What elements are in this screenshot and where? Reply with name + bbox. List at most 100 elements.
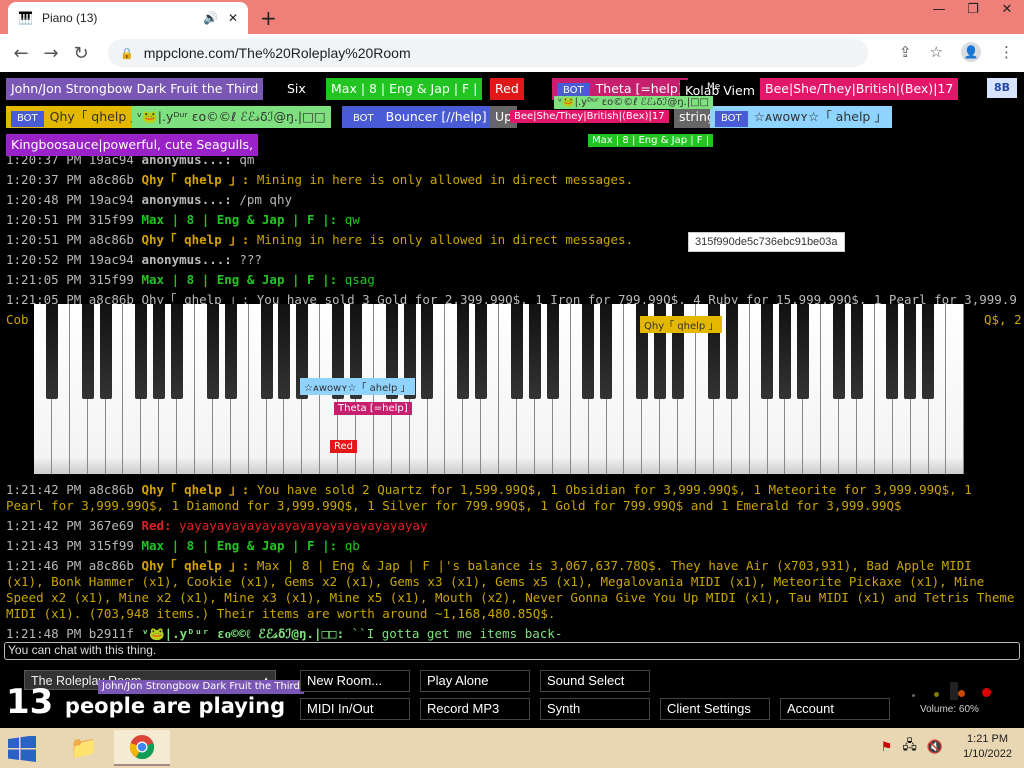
- user-tag-name: Qhy「 qhelp 」: [49, 109, 143, 124]
- piano-keyboard[interactable]: [34, 304, 965, 474]
- url-field[interactable]: 🔒 mppclone.com/The%20Roleplay%20Room: [108, 39, 868, 67]
- chat-user-id: a8c86b: [88, 558, 134, 573]
- chat-input[interactable]: You can chat with this thing.: [4, 642, 1020, 660]
- black-key[interactable]: [475, 304, 488, 399]
- user-tag[interactable]: Six: [282, 78, 311, 100]
- menu-kebab-icon[interactable]: ⋮: [999, 43, 1014, 61]
- black-key[interactable]: [725, 304, 738, 399]
- restore-button[interactable]: ❐: [956, 0, 990, 22]
- black-key[interactable]: [421, 304, 434, 399]
- chat-user-id: a8c86b: [88, 172, 134, 187]
- chat-user-id: b2911f: [88, 626, 134, 641]
- user-tag[interactable]: ᵛ🐸|.yᴰᵘʳ ɛᴏ©©ℓ ℰℰ𝓈δℐ@ŋ.|□□: [132, 106, 331, 128]
- audio-playing-icon[interactable]: 🔊: [203, 11, 218, 25]
- clock[interactable]: 1:21 PM 1/10/2022: [963, 732, 1012, 762]
- chat-time: 1:20:52 PM: [6, 252, 82, 267]
- synth-button[interactable]: Synth: [540, 698, 650, 720]
- user-tag[interactable]: John/Jon Strongbow Dark Fruit the Third: [6, 78, 264, 100]
- black-key[interactable]: [45, 304, 58, 399]
- browser-tab[interactable]: 🎹 Piano (13) 🔊 ✕: [8, 2, 248, 34]
- black-key[interactable]: [761, 304, 774, 399]
- user-tag[interactable]: BOT Qhy「 qhelp 」: [6, 106, 148, 128]
- black-key[interactable]: [850, 304, 863, 399]
- black-key[interactable]: [600, 304, 613, 399]
- user-tag-name: Max | 8 | Eng & Jap | F |: [331, 81, 478, 96]
- sound-select-button[interactable]: Sound Select: [540, 670, 650, 692]
- chat-user-name[interactable]: Max | 8 | Eng & Jap | F |:: [141, 538, 337, 553]
- black-key[interactable]: [260, 304, 273, 399]
- clock-time: 1:21 PM: [967, 733, 1009, 745]
- chat-user-name[interactable]: Max | 8 | Eng & Jap | F |:: [141, 212, 337, 227]
- black-key[interactable]: [278, 304, 291, 399]
- user-tag[interactable]: BOT ☆ᴀᴡᴏᴡʏ☆「 ahelp 」: [710, 106, 892, 128]
- chat-user-name[interactable]: Max | 8 | Eng & Jap | F |:: [141, 272, 337, 287]
- client-settings-button[interactable]: Client Settings: [660, 698, 770, 720]
- black-key[interactable]: [510, 304, 523, 399]
- black-key[interactable]: [904, 304, 917, 399]
- black-keys[interactable]: [34, 304, 964, 399]
- chrome-icon[interactable]: [114, 730, 170, 766]
- black-key[interactable]: [922, 304, 935, 399]
- clock-date: 1/10/2022: [963, 748, 1012, 760]
- chat-user-name[interactable]: Red:: [141, 518, 171, 533]
- account-button[interactable]: Account: [780, 698, 890, 720]
- back-icon[interactable]: ←: [6, 43, 36, 64]
- new-room-button[interactable]: New Room...: [300, 670, 410, 692]
- black-key[interactable]: [832, 304, 845, 399]
- new-tab-button[interactable]: +: [260, 6, 277, 30]
- black-key[interactable]: [171, 304, 184, 399]
- black-key[interactable]: [886, 304, 899, 399]
- black-key[interactable]: [224, 304, 237, 399]
- black-key[interactable]: [528, 304, 541, 399]
- chat-message: 1:21:43 PM 315f99 Max | 8 | Eng & Jap | …: [6, 536, 1016, 556]
- close-window-button[interactable]: ✕: [990, 0, 1024, 22]
- black-key[interactable]: [99, 304, 112, 399]
- black-key[interactable]: [153, 304, 166, 399]
- black-key[interactable]: [457, 304, 470, 399]
- chat-message: 1:20:37 PM a8c86b Qhy「 qhelp 」: Mining i…: [6, 170, 1016, 190]
- chat-user-name[interactable]: Qhy「 qhelp 」:: [141, 482, 249, 497]
- play-alone-button[interactable]: Play Alone: [420, 670, 530, 692]
- chat-user-name[interactable]: anonymus...:: [141, 192, 231, 207]
- chat-user-name[interactable]: Qhy「 qhelp 」:: [141, 232, 249, 247]
- tab-close-icon[interactable]: ✕: [228, 11, 238, 25]
- lock-icon[interactable]: 🔒: [120, 47, 134, 60]
- user-tag[interactable]: Kingboosauce|powerful, cute Seagulls,: [6, 134, 258, 156]
- user-tag-name: Bouncer [//help]: [385, 109, 487, 124]
- black-key[interactable]: [135, 304, 148, 399]
- user-tag[interactable]: Red: [490, 78, 524, 100]
- minimize-button[interactable]: —: [922, 0, 956, 22]
- room-badge[interactable]: 8B: [987, 78, 1017, 98]
- speaker-muted-icon[interactable]: 🔇: [927, 740, 943, 755]
- reload-icon[interactable]: ↻: [66, 43, 96, 64]
- user-tag-name: Kingboosauce|powerful, cute Seagulls,: [11, 137, 253, 152]
- midi-button[interactable]: MIDI In/Out: [300, 698, 410, 720]
- share-icon[interactable]: ⇪: [899, 43, 912, 61]
- file-explorer-icon[interactable]: 📁: [56, 730, 112, 766]
- volume-knob-icon[interactable]: [950, 682, 958, 700]
- black-key[interactable]: [779, 304, 792, 399]
- black-key[interactable]: [582, 304, 595, 399]
- bookmark-star-icon[interactable]: ☆: [930, 43, 943, 61]
- chat-user-name[interactable]: Qhy「 qhelp 」:: [141, 558, 249, 573]
- chat-user-name[interactable]: ᵛ🐸|.yᴰᵘʳ ɛᴏ©©ℓ ℰℰ𝓈δℐ@ŋ.|□□:: [141, 626, 344, 641]
- network-icon[interactable]: 🖧: [902, 736, 917, 758]
- flag-icon[interactable]: ⚑: [881, 740, 893, 755]
- black-key[interactable]: [206, 304, 219, 399]
- black-key[interactable]: [546, 304, 559, 399]
- user-tag[interactable]: Max | 8 | Eng & Jap | F |: [326, 78, 483, 100]
- user-tag[interactable]: Bee|She/They|British|(Bex)|17: [760, 78, 959, 100]
- chat-text: qw: [344, 212, 360, 227]
- status-led: [958, 690, 965, 697]
- chat-user-name[interactable]: Qhy「 qhelp 」:: [141, 172, 249, 187]
- chat-message: 1:21:42 PM a8c86b Qhy「 qhelp 」: You have…: [6, 482, 1016, 514]
- user-tag[interactable]: BOT Bouncer [//help]: [342, 106, 492, 128]
- black-key[interactable]: [81, 304, 94, 399]
- black-key[interactable]: [797, 304, 810, 399]
- record-mp3-button[interactable]: Record MP3: [420, 698, 530, 720]
- chat-user-name[interactable]: anonymus...:: [141, 252, 231, 267]
- profile-avatar-icon[interactable]: 👤: [961, 42, 981, 62]
- forward-icon[interactable]: →: [36, 43, 66, 64]
- user-tag-name: Theta [=help]: [595, 81, 683, 96]
- windows-start-icon[interactable]: [8, 735, 36, 768]
